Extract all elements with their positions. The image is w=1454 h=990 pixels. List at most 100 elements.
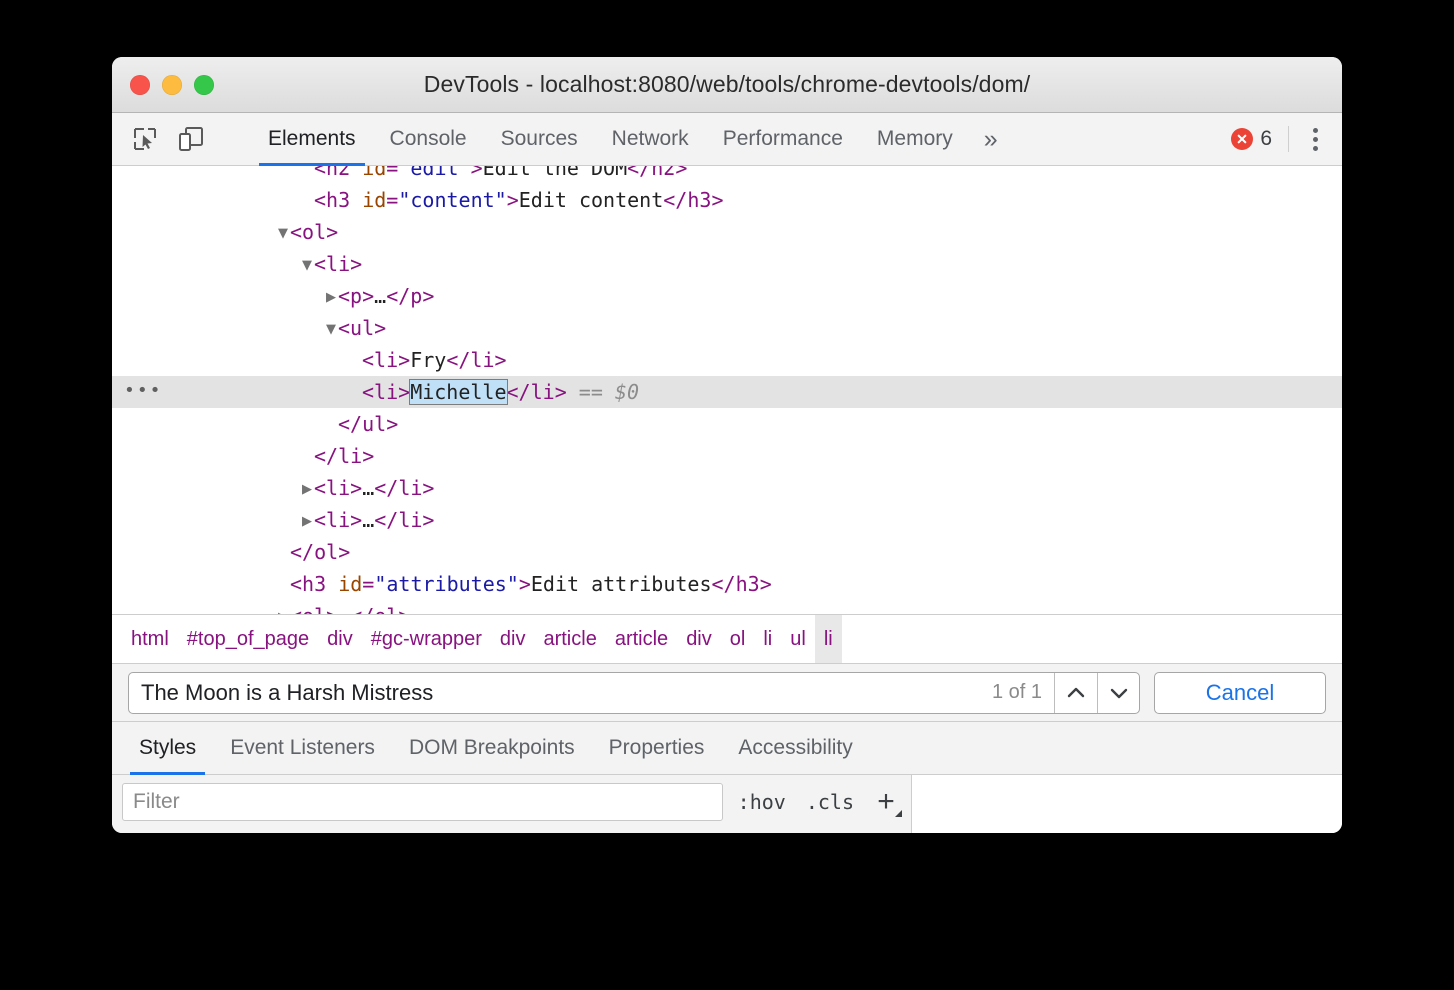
tab-elements-label: Elements (268, 127, 356, 150)
dom-token-punc: > (362, 284, 375, 308)
dom-token-txt: … (374, 284, 387, 308)
more-panels-chevron-icon[interactable]: » (970, 113, 1012, 165)
breadcrumb-item-ol-8[interactable]: ol (721, 615, 755, 663)
dom-node-row[interactable]: </ul> (112, 408, 1342, 440)
dom-token-punc: > (350, 252, 363, 276)
search-input[interactable] (129, 672, 980, 713)
search-prev-button[interactable] (1055, 673, 1097, 713)
editable-text-node[interactable]: Michelle (409, 379, 508, 405)
expand-arrow-icon[interactable] (324, 314, 338, 346)
dom-token-attr: id (338, 572, 363, 596)
tab-elements[interactable]: Elements (251, 113, 373, 166)
tab-properties[interactable]: Properties (592, 722, 722, 774)
breadcrumb-item-ul-10[interactable]: ul (781, 615, 815, 663)
dom-token-txt: Fry (410, 348, 447, 372)
dom-token-tag: ol (374, 604, 398, 614)
tab-network[interactable]: Network (595, 113, 706, 165)
node-more-options-button[interactable]: ••• (124, 376, 163, 408)
window-traffic-lights (130, 74, 214, 95)
dom-token-punc: > (554, 380, 567, 404)
dom-token-tag: p (410, 284, 423, 308)
styles-filter-row: :hov .cls + (112, 775, 911, 823)
tab-event-listeners[interactable]: Event Listeners (213, 722, 392, 774)
dom-node-row[interactable]: <h3 id="content">Edit content</h3> (112, 184, 1342, 216)
device-toolbar-icon[interactable] (176, 124, 206, 154)
dom-node-row[interactable]: <ul> (112, 312, 1342, 344)
dom-token-tag: h3 (302, 572, 327, 596)
collapse-arrow-icon[interactable] (276, 602, 290, 614)
dom-token-punc: = (386, 188, 399, 212)
dom-node-row[interactable]: <ol>…</ol> (112, 600, 1342, 614)
breadcrumb-item-li-11[interactable]: li (814, 615, 842, 663)
dom-token-punc: > (338, 540, 351, 564)
breadcrumb-item-article-6[interactable]: article (606, 615, 677, 663)
inspect-element-icon[interactable] (130, 124, 160, 154)
dom-token-val: "attributes" (374, 572, 519, 596)
dom-token-tag: h2 (326, 166, 351, 180)
error-count-badge[interactable]: 6 (1231, 127, 1272, 151)
dom-token-punc: </ (663, 188, 688, 212)
tab-performance-label: Performance (722, 127, 843, 150)
collapse-arrow-icon[interactable] (300, 506, 314, 538)
new-style-rule-label: + (877, 784, 895, 818)
minimize-window-button[interactable] (162, 74, 182, 95)
dom-token-punc: > (362, 444, 375, 468)
dom-node-row[interactable]: <p>…</p> (112, 280, 1342, 312)
dom-token-punc: </ (627, 166, 652, 180)
dom-token-punc: < (290, 604, 302, 614)
tab-dom-breakpoints[interactable]: DOM Breakpoints (392, 722, 592, 774)
toggle-hover-state-button[interactable]: :hov (733, 790, 791, 814)
tab-properties-label: Properties (608, 736, 705, 759)
new-style-rule-button[interactable]: + (869, 785, 903, 819)
styles-filter-input[interactable] (122, 782, 723, 821)
breadcrumb-item-gcwrapper-3[interactable]: #gc-wrapper (362, 615, 491, 663)
dom-token-punc: > (506, 188, 519, 212)
dom-token-txt: … (362, 476, 375, 500)
tab-styles[interactable]: Styles (122, 722, 213, 775)
collapse-arrow-icon[interactable] (300, 474, 314, 506)
dom-token-txt: Edit the DOM (482, 166, 628, 180)
dom-tree-panel[interactable]: <h2 id="edit">Edit the DOM</h2> <h3 id="c… (112, 166, 1342, 614)
dom-token-punc: < (314, 476, 327, 500)
tab-console[interactable]: Console (373, 113, 484, 165)
close-window-button[interactable] (130, 74, 150, 95)
dom-node-row[interactable]: <ol> (112, 216, 1342, 248)
expand-arrow-icon[interactable] (276, 218, 290, 250)
breadcrumb-item-div-2[interactable]: div (318, 615, 362, 663)
maximize-window-button[interactable] (194, 74, 214, 95)
dom-token-punc: </ (338, 412, 363, 436)
dom-node-row[interactable]: </ol> (112, 536, 1342, 568)
dom-node-row-selected[interactable]: ••• <li>Michelle</li> == $0 (112, 376, 1342, 408)
breadcrumb-item-div-7[interactable]: div (677, 615, 721, 663)
expand-arrow-icon[interactable] (300, 250, 314, 282)
dom-node-row[interactable]: <li>…</li> (112, 504, 1342, 536)
tab-accessibility[interactable]: Accessibility (721, 722, 869, 774)
tab-styles-label: Styles (139, 736, 197, 759)
dom-node-row[interactable]: <li>Fry</li> (112, 344, 1342, 376)
search-next-button[interactable] (1097, 672, 1139, 713)
breadcrumb-item-li-9[interactable]: li (754, 615, 781, 663)
kebab-menu-icon[interactable] (1305, 124, 1326, 155)
tab-memory[interactable]: Memory (860, 113, 970, 165)
cancel-button[interactable]: Cancel (1154, 671, 1326, 714)
dom-node-row[interactable]: <li>…</li> (112, 472, 1342, 504)
toggle-class-button[interactable]: .cls (801, 790, 859, 814)
dom-token-tag: li (338, 444, 363, 468)
breadcrumb-item-topofpage-1[interactable]: #top_of_page (178, 615, 318, 663)
dom-token-val: "edit" (398, 166, 471, 180)
dom-token-txt: … (338, 604, 350, 614)
breadcrumb-item-html-0[interactable]: html (122, 615, 178, 663)
breadcrumb-item-article-5[interactable]: article (534, 615, 605, 663)
dom-node-row[interactable]: <li> (112, 248, 1342, 280)
dom-node-row[interactable]: <h3 id="attributes">Edit attributes</h3> (112, 568, 1342, 600)
dom-node-row[interactable]: </li> (112, 440, 1342, 472)
collapse-arrow-icon[interactable] (324, 282, 338, 314)
tab-sources[interactable]: Sources (484, 113, 595, 165)
dom-token-tag: ul (350, 316, 375, 340)
tab-performance[interactable]: Performance (706, 113, 860, 165)
dom-token-tag: li (398, 476, 423, 500)
styles-pane: :hov .cls + (112, 775, 1342, 833)
breadcrumb-item-div-4[interactable]: div (491, 615, 535, 663)
dom-node-row[interactable]: <h2 id="edit">Edit the DOM</h2> (112, 166, 1342, 184)
devtools-window: DevTools - localhost:8080/web/tools/chro… (112, 57, 1342, 833)
